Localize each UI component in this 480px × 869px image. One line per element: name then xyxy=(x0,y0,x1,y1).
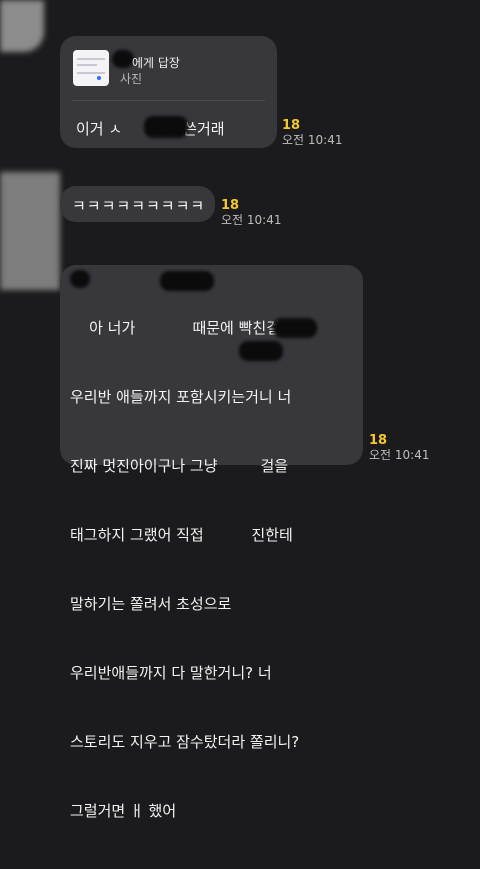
message-text: ㅋㅋㅋㅋㅋㅋㅋㅋㅋ xyxy=(72,197,206,215)
message-meta: 18 오전 10:41 xyxy=(282,118,342,147)
message-line: 진짜 멋진아이구나 그냥 걸을 xyxy=(70,457,289,475)
avatar[interactable] xyxy=(0,172,60,290)
timestamp: 오전 10:41 xyxy=(221,213,282,227)
message-line: 아 너가 때문에 빡친걸 ㅐ xyxy=(70,319,299,337)
unread-count: 18 xyxy=(369,433,388,448)
avatar[interactable] xyxy=(0,0,44,52)
message-line: 우리반 애들까지 포함시키는거니 너 xyxy=(70,388,292,406)
redacted-name xyxy=(273,318,317,338)
message-bubble[interactable]: ㅋㅋㅋㅋㅋㅋㅋㅋㅋ xyxy=(60,186,215,222)
unread-count: 18 xyxy=(282,118,301,133)
long-message-bubble[interactable]: 아 너가 때문에 빡친걸 ㅐ 우리반 애들까지 포함시키는거니 너 진짜 멋진아… xyxy=(60,265,363,820)
redacted-name xyxy=(239,341,283,361)
reply-message-bubble[interactable]: 에게 답장 사진 이거 ㅅ 한테 쓴거래 xyxy=(60,36,277,148)
timestamp: 오전 10:41 xyxy=(369,448,430,462)
message-line: 스토리도 지우고 잠수탔더라 쫄리니? xyxy=(70,733,300,751)
reply-divider xyxy=(72,100,265,101)
reply-subtitle: 사진 xyxy=(120,72,143,86)
unread-count: 18 xyxy=(221,198,240,213)
reply-header: 에게 답장 xyxy=(132,56,180,70)
redacted-name xyxy=(144,116,188,138)
message-meta: 18 오전 10:41 xyxy=(369,433,429,462)
message-line: 말하기는 쫄려서 초성으로 xyxy=(70,595,232,613)
message-line: 우리반애들까지 다 말한거니? 너 xyxy=(70,664,272,682)
redacted-name xyxy=(160,271,214,291)
redacted-mark xyxy=(70,270,90,288)
message-line: 태그하지 그랬어 직접 진한테 xyxy=(70,526,293,544)
reply-photo-thumbnail xyxy=(73,50,109,86)
timestamp: 오전 10:41 xyxy=(282,133,343,147)
redacted-name xyxy=(112,50,134,68)
message-meta: 18 오전 10:41 xyxy=(221,198,281,227)
message-line: 그럴거면 ㅐ 했어 xyxy=(70,802,177,820)
